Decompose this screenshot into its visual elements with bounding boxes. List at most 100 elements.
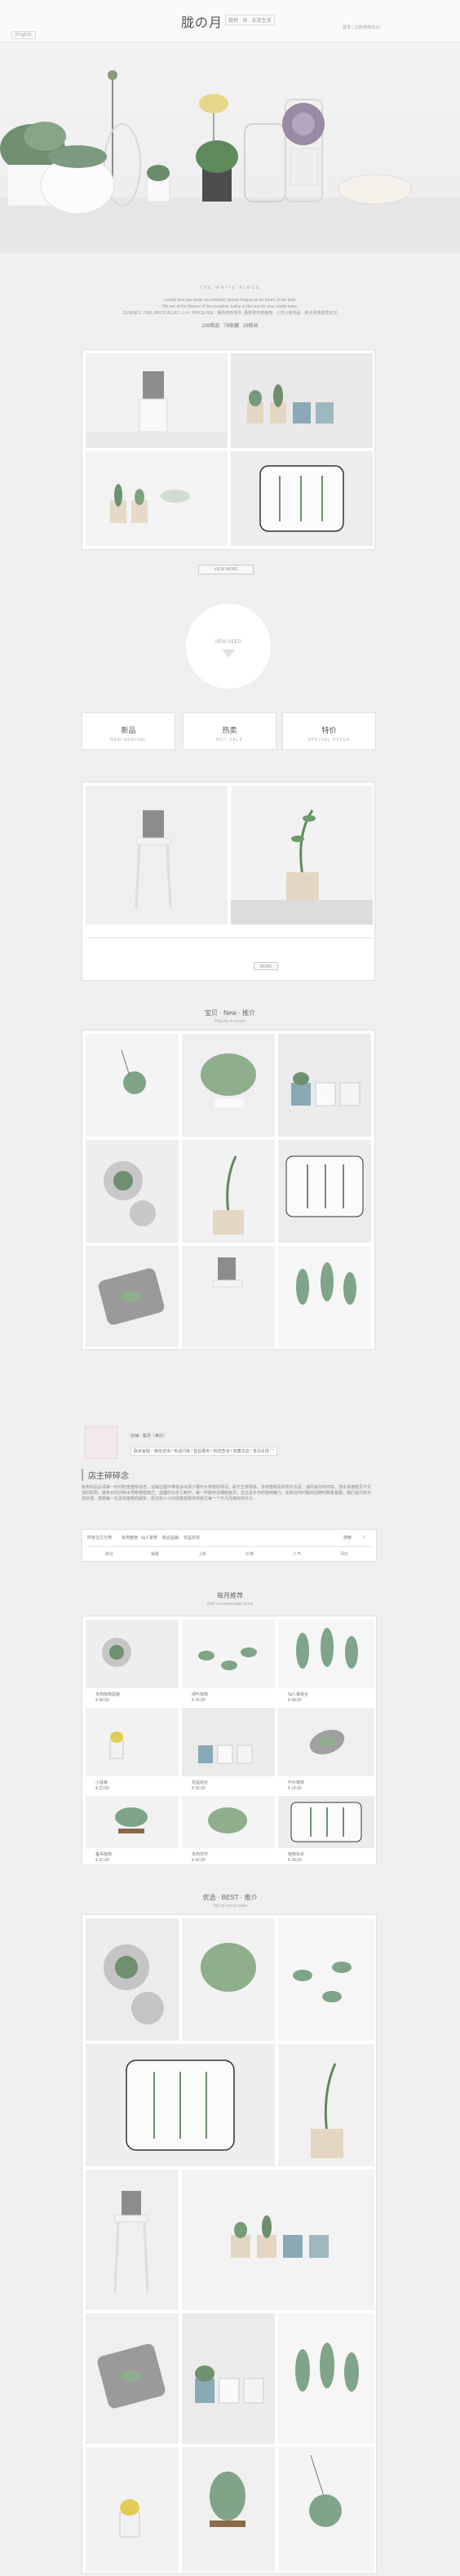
tab-sub: SPECIAL OFFER: [307, 738, 351, 743]
product-name[interactable]: 多肉花环: [192, 1851, 208, 1857]
tab-special[interactable]: 特价 SPECIAL OFFER: [282, 712, 376, 750]
product-photo[interactable]: [182, 2447, 275, 2571]
product-card[interactable]: [278, 1708, 374, 1776]
product-card[interactable]: [86, 1620, 179, 1688]
product-photo[interactable]: [278, 1140, 371, 1243]
product-photo[interactable]: [86, 1034, 179, 1137]
product-name[interactable]: 小盆栽: [95, 1780, 108, 1785]
product-name[interactable]: 绿叶植物: [192, 1691, 208, 1697]
product-photo[interactable]: [182, 2170, 374, 2310]
product-name[interactable]: 多肉植物盆栽: [95, 1691, 120, 1697]
filter-tab[interactable]: 仙人掌类: [141, 1535, 157, 1541]
product-photo[interactable]: [231, 353, 373, 448]
product-name[interactable]: 叶片装饰: [288, 1780, 304, 1785]
product-photo[interactable]: [231, 451, 373, 546]
product-photo[interactable]: [182, 1140, 275, 1243]
product-card[interactable]: [86, 1708, 179, 1776]
hero-banner[interactable]: [0, 42, 460, 253]
more-button[interactable]: MORE: [254, 962, 278, 970]
tab-hot[interactable]: 热卖 HOT SALE: [183, 712, 276, 750]
product-photo[interactable]: [182, 1034, 275, 1137]
shop-contact-links[interactable]: 联系客服：微信咨询 / 电话问答 / 售后服务 / 物流查询 / 收藏本店 / …: [130, 1447, 278, 1456]
product-card[interactable]: [278, 1796, 374, 1848]
product-price: ¥ 18.00: [288, 1786, 302, 1791]
product-photo[interactable]: [182, 2313, 275, 2444]
product-photo[interactable]: [86, 786, 228, 924]
photo-grid-2x2: [82, 349, 375, 550]
product-photo[interactable]: [86, 2447, 179, 2571]
sort-option[interactable]: 人气: [293, 1551, 301, 1557]
intro-line: SUNNIES: 7965, BIRDCALLED, L>U: PRICE:FE…: [122, 311, 338, 316]
product-photo[interactable]: [278, 1918, 374, 2041]
product-photo[interactable]: [278, 1034, 371, 1137]
login-link[interactable]: 登录 | 注册/购物车(0): [343, 24, 381, 30]
product-photo[interactable]: [86, 451, 228, 546]
triangle-down-icon: [222, 650, 235, 658]
tab-sub: NEW ARRIVAL: [110, 738, 147, 743]
intro-line: I would love you dear, my beloved; pleas…: [163, 298, 297, 303]
product-price: ¥ 42.00: [192, 1858, 206, 1863]
product-name[interactable]: 垂吊植物: [95, 1851, 112, 1857]
product-photo[interactable]: [182, 1246, 275, 1347]
product-card[interactable]: [182, 1708, 275, 1776]
product-photo[interactable]: [86, 1140, 179, 1243]
product-photo[interactable]: [278, 2447, 374, 2571]
recommend-grid: 多肉植物盆栽 ¥ 38.00 绿叶植物 ¥ 26.00 仙人掌组合 ¥ 48.0…: [82, 1616, 377, 1865]
product-photo[interactable]: [86, 1918, 179, 2041]
filter-tab[interactable]: 所有宝贝分类: [87, 1535, 112, 1541]
sort-option[interactable]: 销量: [151, 1551, 159, 1557]
new-seed-badge[interactable]: NEW SEED: [186, 604, 271, 689]
product-photo[interactable]: [278, 2313, 374, 2444]
intro-line: We are of the flowers of the meadow; bat…: [161, 304, 299, 309]
product-photo[interactable]: [231, 786, 373, 924]
tab-new[interactable]: 新品 NEW ARRIVAL: [82, 712, 175, 750]
top-header: 胧の月 植物 · 钵 · 杂货生活 English 登录 | 注册/购物车(0): [0, 0, 460, 42]
product-card[interactable]: [278, 1620, 374, 1688]
sort-option[interactable]: 上新: [198, 1551, 206, 1557]
stat-unit: 粉丝: [248, 324, 259, 329]
product-card[interactable]: [182, 1620, 275, 1688]
tab-title: 热卖: [222, 726, 237, 734]
filter-tab[interactable]: 花盆杂货: [184, 1535, 200, 1541]
product-photo[interactable]: [86, 2170, 179, 2310]
product-card[interactable]: [182, 1796, 275, 1848]
sort-option[interactable]: 综合: [105, 1551, 113, 1557]
shop-logo[interactable]: 胧の月: [181, 11, 223, 31]
shop-avatar[interactable]: [85, 1426, 117, 1459]
filter-tab[interactable]: 多肉植物: [122, 1535, 138, 1541]
shop-stats: 108商品 78收藏 26粉丝: [0, 321, 460, 329]
sort-option[interactable]: 评价: [340, 1551, 348, 1557]
product-price: ¥ 28.00: [288, 1858, 302, 1863]
product-price: ¥ 48.00: [288, 1698, 302, 1703]
product-photo[interactable]: [86, 353, 228, 448]
tab-sub: HOT SALE: [216, 738, 243, 743]
notice-title: 店主碎碎念: [82, 1469, 129, 1481]
product-card[interactable]: [86, 1796, 179, 1848]
sort-option[interactable]: 价格: [245, 1551, 254, 1557]
product-photo[interactable]: [278, 2044, 374, 2166]
product-name[interactable]: 植物标本: [288, 1851, 304, 1857]
product-photo[interactable]: [86, 2044, 275, 2166]
product-price: ¥ 38.00: [95, 1698, 109, 1703]
photo-grid-3x3: [82, 1030, 375, 1350]
product-price: ¥ 22.00: [95, 1786, 109, 1791]
product-photo[interactable]: [278, 1246, 371, 1347]
filter-tab[interactable]: 组合盆栽: [162, 1535, 179, 1541]
search-label[interactable]: 搜索: [343, 1535, 352, 1541]
section-heading-new: 宝贝 · New · 推介 Popular in recent: [0, 1009, 460, 1024]
product-photo[interactable]: [182, 1918, 275, 2041]
tab-title: 特价: [321, 726, 337, 734]
product-photo[interactable]: [86, 1246, 179, 1347]
product-name[interactable]: 花盆组合: [192, 1780, 208, 1785]
language-switch[interactable]: English: [11, 31, 36, 39]
section-title: 优选 · BEST · 推介: [202, 1894, 258, 1901]
product-price: ¥ 56.00: [192, 1786, 206, 1791]
product-name[interactable]: 仙人掌组合: [288, 1691, 308, 1697]
hero-plants-illustration: [0, 70, 460, 253]
product-photo[interactable]: [86, 2313, 179, 2444]
view-more-button[interactable]: VIEW MORE: [198, 565, 254, 574]
search-icon[interactable]: ⌕: [363, 1535, 365, 1540]
product-price: ¥ 26.00: [192, 1698, 206, 1703]
feature-photo-frame: MORE: [82, 782, 375, 981]
stat-value: 78: [223, 324, 229, 329]
